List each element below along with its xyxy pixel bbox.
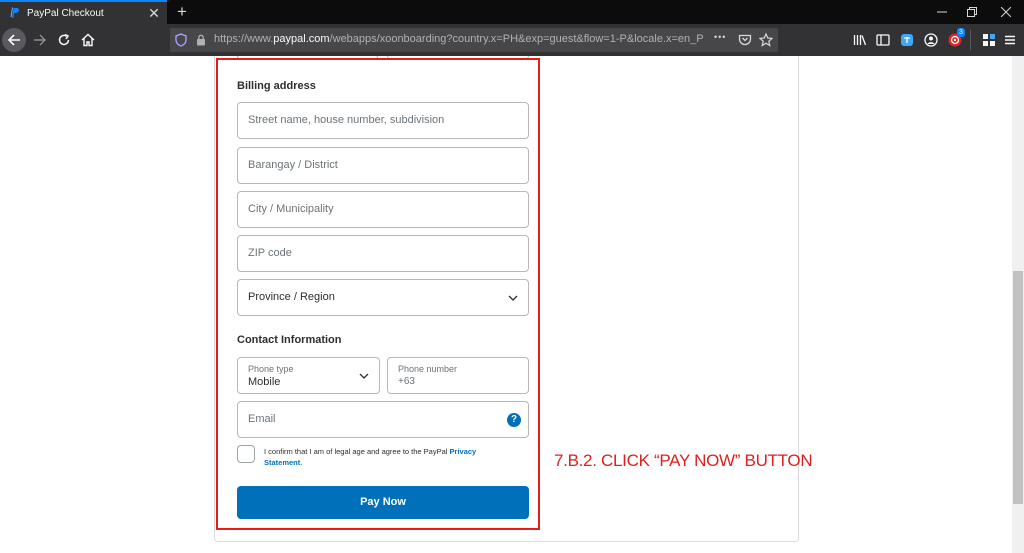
menu-button[interactable] xyxy=(998,28,1022,52)
back-button[interactable] xyxy=(2,28,26,52)
extension-adblock-button[interactable]: 3 xyxy=(943,28,967,52)
tab-bar: PayPal Checkout ✕ + xyxy=(0,0,1024,24)
account-icon xyxy=(924,33,938,47)
toolbar-separator xyxy=(970,30,971,50)
url-path: /webapps/xoonboarding?country.x=PH&exp=g… xyxy=(329,33,704,45)
library-button[interactable] xyxy=(848,28,872,52)
url-text: https://www.paypal.com/webapps/xoonboard… xyxy=(214,33,704,45)
hamburger-menu-icon xyxy=(1005,35,1015,45)
arrow-left-icon xyxy=(7,34,20,46)
library-icon xyxy=(853,35,867,46)
lock-icon[interactable] xyxy=(196,34,206,46)
bookmark-star-icon[interactable] xyxy=(759,33,773,47)
minimize-button[interactable] xyxy=(928,0,956,24)
url-prefix: https://www. xyxy=(214,33,274,45)
reload-icon xyxy=(58,33,70,46)
account-button[interactable] xyxy=(919,28,943,52)
new-tab-button[interactable]: + xyxy=(172,2,192,22)
reload-button[interactable] xyxy=(52,28,76,52)
instruction-annotation: 7.B.2. CLICK “PAY NOW” BUTTON xyxy=(554,451,813,470)
address-bar[interactable]: https://www.paypal.com/webapps/xoonboard… xyxy=(170,28,778,52)
url-domain: paypal.com xyxy=(273,33,330,45)
close-window-button[interactable] xyxy=(992,0,1020,24)
tab-title: PayPal Checkout xyxy=(27,7,104,19)
notification-badge: 3 xyxy=(957,28,965,37)
minimize-icon xyxy=(937,11,947,13)
forward-button[interactable] xyxy=(28,28,52,52)
paypal-favicon-icon xyxy=(10,7,19,18)
extension-translate-button[interactable] xyxy=(895,28,919,52)
translate-icon xyxy=(901,34,913,46)
tab-paypal-checkout[interactable]: PayPal Checkout ✕ xyxy=(0,0,167,24)
pocket-icon[interactable] xyxy=(738,33,752,47)
puzzle-icon xyxy=(983,34,995,46)
page-actions-menu-icon[interactable]: ••• xyxy=(714,32,726,42)
tab-close-icon[interactable]: ✕ xyxy=(147,6,161,20)
arrow-right-icon xyxy=(34,34,46,46)
restore-icon xyxy=(967,7,977,18)
restore-button[interactable] xyxy=(958,0,986,24)
home-icon xyxy=(81,33,95,47)
shield-icon[interactable] xyxy=(175,33,187,47)
navigation-toolbar: https://www.paypal.com/webapps/xoonboard… xyxy=(0,24,1024,56)
sidebar-button[interactable] xyxy=(871,28,895,52)
sidebar-icon xyxy=(876,34,890,46)
highlight-box xyxy=(216,58,540,530)
scrollbar-thumb[interactable] xyxy=(1013,271,1023,504)
close-icon xyxy=(1000,6,1012,18)
home-button[interactable] xyxy=(76,28,100,52)
